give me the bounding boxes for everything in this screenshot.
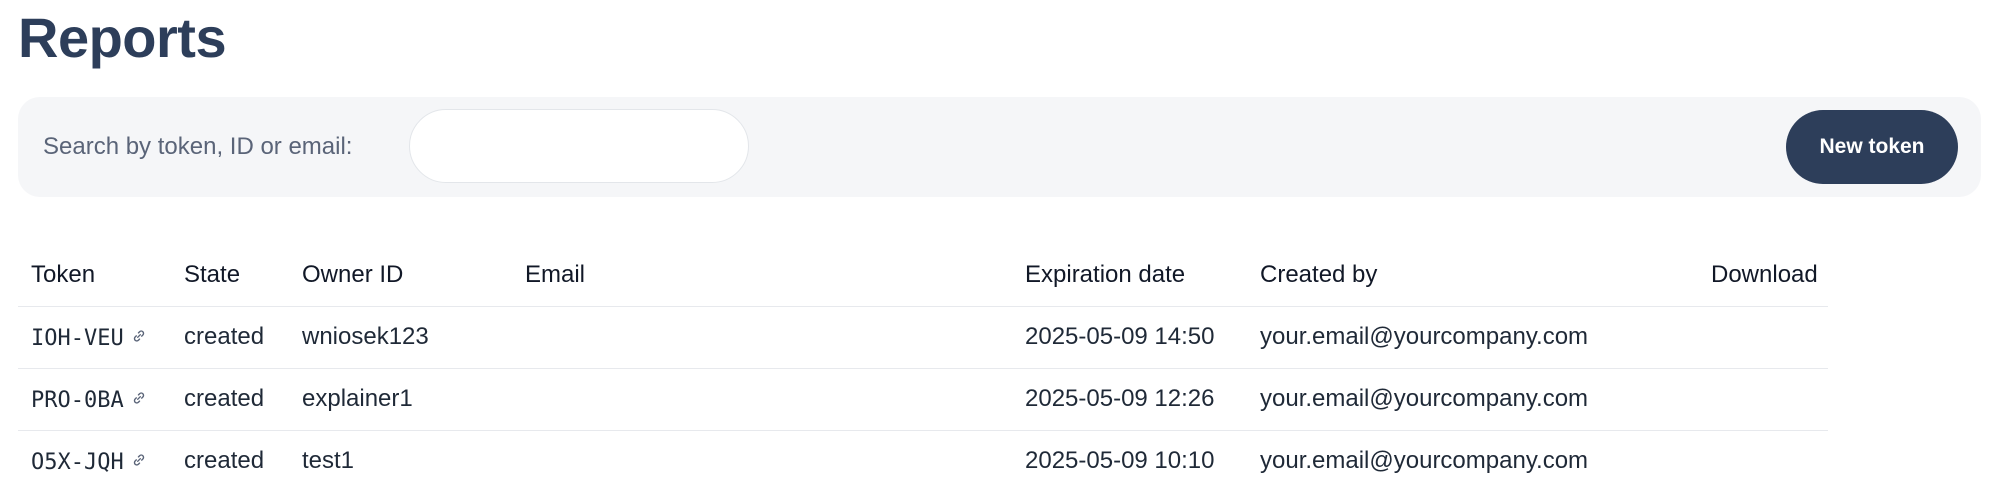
column-header-expiration-date[interactable]: Expiration date: [1012, 245, 1247, 307]
state-cell: created: [171, 306, 289, 369]
column-header-state[interactable]: State: [171, 245, 289, 307]
link-icon[interactable]: [132, 324, 146, 349]
token-value[interactable]: IOH-VEU: [31, 326, 124, 351]
owner-id-cell: test1: [289, 430, 512, 491]
page-title: Reports: [18, 6, 227, 69]
created-by-cell: your.email@yourcompany.com: [1247, 430, 1698, 491]
created-by-cell: your.email@yourcompany.com: [1247, 306, 1698, 369]
search-toolbar: Search by token, ID or email: New token: [18, 97, 1981, 197]
token-value[interactable]: PRO-0BA: [31, 388, 124, 413]
column-header-owner-id[interactable]: Owner ID: [289, 245, 512, 307]
expiration-date-cell: 2025-05-09 14:50: [1012, 306, 1247, 369]
state-cell: created: [171, 368, 289, 431]
column-header-email[interactable]: Email: [512, 245, 1012, 307]
created-by-cell: your.email@yourcompany.com: [1247, 368, 1698, 431]
download-cell: [1698, 306, 1828, 369]
expiration-date-cell: 2025-05-09 10:10: [1012, 430, 1247, 491]
token-cell: IOH-VEU: [18, 306, 171, 369]
owner-id-cell: explainer1: [289, 368, 512, 431]
search-input[interactable]: [409, 109, 749, 183]
new-token-button[interactable]: New token: [1786, 110, 1958, 184]
reports-page: Reports Search by token, ID or email: Ne…: [0, 0, 1999, 491]
column-header-token[interactable]: Token: [18, 245, 171, 307]
reports-table: Token State Owner ID Email Expiration da…: [18, 245, 1828, 491]
download-cell: [1698, 368, 1828, 431]
table-row[interactable]: IOH-VEU created wniosek123 2025-05-09 14…: [18, 306, 1828, 369]
email-cell: [512, 368, 1012, 431]
download-cell: [1698, 430, 1828, 491]
state-cell: created: [171, 430, 289, 491]
search-label: Search by token, ID or email:: [43, 133, 353, 160]
table-row[interactable]: PRO-0BA created explainer1 2025-05-09 12…: [18, 368, 1828, 431]
column-header-created-by[interactable]: Created by: [1247, 245, 1698, 307]
token-value[interactable]: O5X-JQH: [31, 450, 124, 475]
email-cell: [512, 306, 1012, 369]
link-icon[interactable]: [132, 448, 146, 473]
token-cell: PRO-0BA: [18, 368, 171, 431]
expiration-date-cell: 2025-05-09 12:26: [1012, 368, 1247, 431]
email-cell: [512, 430, 1012, 491]
table-row[interactable]: O5X-JQH created test1 2025-05-09 10:10 y…: [18, 430, 1828, 491]
column-header-download[interactable]: Download: [1698, 245, 1828, 307]
table-header-row: Token State Owner ID Email Expiration da…: [18, 245, 1828, 307]
link-icon[interactable]: [132, 386, 146, 411]
token-cell: O5X-JQH: [18, 430, 171, 491]
owner-id-cell: wniosek123: [289, 306, 512, 369]
